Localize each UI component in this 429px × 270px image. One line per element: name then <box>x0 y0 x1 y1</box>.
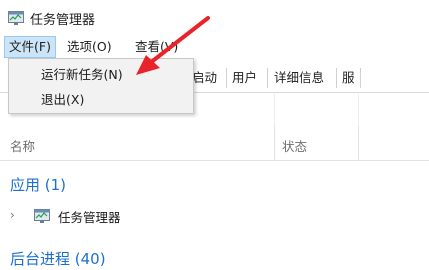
process-row[interactable]: › 任务管理器 <box>0 204 429 228</box>
column-divider <box>274 94 275 126</box>
menu-item-exit[interactable]: 退出(X) <box>41 90 84 110</box>
group-heading-apps: 应用 (1) <box>10 176 67 194</box>
column-header-status[interactable]: 状态 <box>282 136 307 155</box>
column-header-name[interactable]: 名称 <box>10 136 35 155</box>
column-divider[interactable] <box>274 126 275 160</box>
window-title: 任务管理器 <box>30 13 96 28</box>
tab-details[interactable]: 详细信息 <box>274 69 324 87</box>
task-manager-icon <box>8 11 24 25</box>
menu-options[interactable]: 选项(O) <box>63 36 116 58</box>
tab-services[interactable]: 服 <box>342 69 355 87</box>
title-bar: 任务管理器 <box>0 0 429 36</box>
task-manager-icon <box>34 209 50 223</box>
tab-divider <box>226 68 227 88</box>
tab-divider <box>267 68 268 88</box>
tab-users[interactable]: 用户 <box>232 69 257 87</box>
menu-bar: 文件(F) 选项(O) 查看(V) <box>0 36 429 58</box>
menu-item-run-new-task[interactable]: 运行新任务(N) <box>41 65 123 85</box>
chevron-right-icon[interactable]: › <box>10 208 15 222</box>
menu-view[interactable]: 查看(V) <box>131 36 182 58</box>
tab-divider <box>360 68 361 88</box>
menu-file[interactable]: 文件(F) <box>4 36 56 58</box>
process-name: 任务管理器 <box>58 210 121 225</box>
group-heading-background: 后台进程 (40) <box>10 250 106 268</box>
column-divider[interactable] <box>358 126 359 160</box>
file-dropdown-menu: 运行新任务(N) 退出(X) <box>8 58 194 114</box>
tab-startup[interactable]: 启动 <box>192 69 217 87</box>
column-header-row: 名称 状态 <box>0 126 429 161</box>
column-divider <box>358 94 359 126</box>
tab-divider <box>336 68 337 88</box>
